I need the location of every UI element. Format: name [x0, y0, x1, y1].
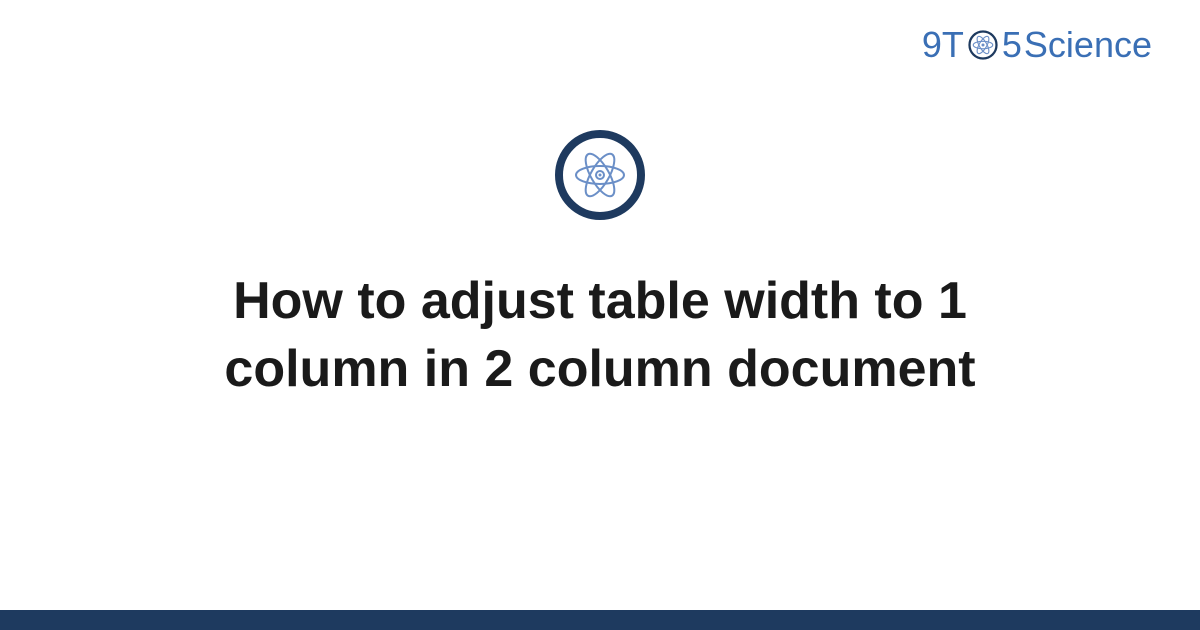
brand-logo: 9T 5 Science — [922, 24, 1152, 66]
main-content: How to adjust table width to 1 column in… — [0, 130, 1200, 403]
page-title: How to adjust table width to 1 column in… — [150, 268, 1050, 403]
atom-icon — [968, 30, 998, 60]
brand-suffix: 5 — [1002, 24, 1022, 66]
brand-name: Science — [1024, 24, 1152, 66]
atom-badge-icon — [555, 130, 645, 220]
brand-prefix: 9T — [922, 24, 964, 66]
bottom-accent-bar — [0, 610, 1200, 630]
